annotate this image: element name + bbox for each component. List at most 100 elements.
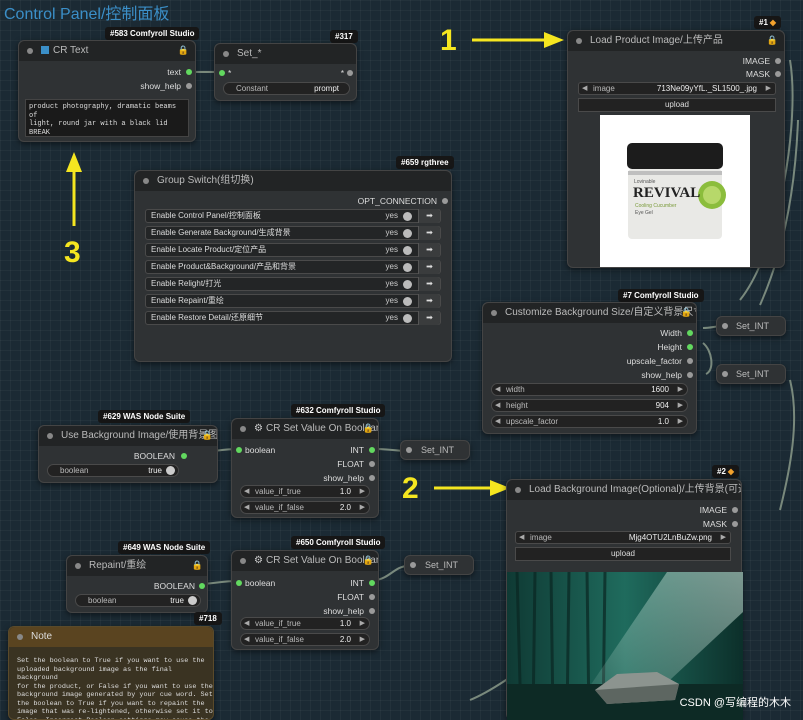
output-star-socket[interactable] [347,70,353,76]
value-if-false-widget[interactable]: ◀ value_if_false 2.0 ▶ [240,501,370,514]
group-switch-title-bar[interactable]: Group Switch(组切换) [135,171,451,191]
set-value-2-title-bar[interactable]: ⚙ CR Set Value On Boolean [232,551,378,571]
load-product-node[interactable]: Load Product Image/上传产品 🔒 IMAGE MASK ◀ i… [567,30,785,268]
set-value-2-node[interactable]: ⚙ CR Set Value On Boolean 🔒 boolean INT F… [231,550,379,650]
output-int-socket[interactable] [369,580,375,586]
input-socket[interactable] [722,323,728,329]
output-show-help-socket[interactable] [186,83,192,89]
goto-arrow-icon[interactable]: ➡ [418,243,440,257]
output-show-help-socket[interactable] [369,608,375,614]
collapse-dot-icon[interactable] [240,558,246,564]
constant-widget[interactable]: Constant prompt [223,82,350,95]
arrow-right-icon[interactable]: ▶ [721,532,726,543]
toggle-row-locate-product[interactable]: Enable Locate Product/定位产品 yes ➡ [145,243,441,257]
output-width-socket[interactable] [687,330,693,336]
cr-text-textarea[interactable]: product photography, dramatic beams of l… [25,99,189,137]
set-value-1-node[interactable]: ⚙ CR Set Value On Boolean 🔒 boolean INT F… [231,418,379,518]
collapse-dot-icon[interactable] [576,38,582,44]
output-show-help-socket[interactable] [369,475,375,481]
output-height-socket[interactable] [687,344,693,350]
load-bg-node[interactable]: Load Background Image(Optional)/上传背景(可选)… [506,479,743,720]
collapse-dot-icon[interactable] [27,48,33,54]
input-socket[interactable] [406,447,412,453]
set-int-node-height[interactable]: Set_INT [716,364,786,384]
output-show-help-socket[interactable] [687,372,693,378]
arrow-right-icon[interactable]: ▶ [360,634,365,645]
arrow-right-icon[interactable]: ▶ [678,416,683,427]
arrow-left-icon[interactable]: ◀ [244,618,249,629]
arrow-left-icon[interactable]: ◀ [582,83,587,94]
set-value-1-title-bar[interactable]: ⚙ CR Set Value On Boolean [232,419,378,439]
output-image-socket[interactable] [775,58,781,64]
output-mask-socket[interactable] [732,521,738,527]
collapse-dot-icon[interactable] [17,634,23,640]
toggle-row-product-background[interactable]: Enable Product&Background/产品和背景 yes ➡ [145,260,441,274]
width-widget[interactable]: ◀ width 1600 ▶ [491,383,688,396]
output-text-socket[interactable] [186,69,192,75]
cr-text-title-bar[interactable]: CR Text [19,41,195,61]
output-float-socket[interactable] [369,594,375,600]
output-float-socket[interactable] [369,461,375,467]
toggle-knob-icon[interactable] [188,596,197,605]
output-int-socket[interactable] [369,447,375,453]
value-if-true-widget[interactable]: ◀ value_if_true 1.0 ▶ [240,485,370,498]
collapse-dot-icon[interactable] [223,51,229,57]
collapse-dot-icon[interactable] [240,426,246,432]
arrow-left-icon[interactable]: ◀ [244,486,249,497]
input-star-socket[interactable] [219,70,225,76]
use-bg-title-bar[interactable]: Use Background Image/使用背景图 [39,426,217,446]
output-mask-socket[interactable] [775,71,781,77]
arrow-right-icon[interactable]: ▶ [766,83,771,94]
cr-text-node[interactable]: CR Text 🔒 text show_help product photogr… [18,40,196,142]
set-star-node[interactable]: Set_* * * Constant prompt [214,43,357,101]
upscale-factor-widget[interactable]: ◀ upscale_factor 1.0 ▶ [491,415,688,428]
toggle-row-repaint[interactable]: Enable Repaint/重绘 yes ➡ [145,294,441,308]
arrow-left-icon[interactable]: ◀ [495,416,500,427]
goto-arrow-icon[interactable]: ➡ [418,260,440,274]
boolean-toggle[interactable]: boolean true [75,594,201,607]
toggle-knob-icon[interactable] [403,314,412,323]
set-star-title-bar[interactable]: Set_* [215,44,356,64]
arrow-left-icon[interactable]: ◀ [244,502,249,513]
collapse-dot-icon[interactable] [515,487,521,493]
input-boolean-socket[interactable] [236,580,242,586]
value-if-true-widget[interactable]: ◀ value_if_true 1.0 ▶ [240,617,370,630]
upload-button[interactable]: upload [515,547,731,561]
collapse-dot-icon[interactable] [491,310,497,316]
toggle-row-restore-detail[interactable]: Enable Restore Detail/还原细节 yes ➡ [145,311,441,325]
note-text[interactable]: Set the boolean to True if you want to u… [17,657,213,719]
arrow-left-icon[interactable]: ◀ [495,384,500,395]
customize-bg-node[interactable]: Customize Background Size/自定义背景尺寸 🔒 Widt… [482,302,697,434]
toggle-knob-icon[interactable] [403,229,412,238]
collapse-dot-icon[interactable] [47,433,53,439]
set-int-node-2[interactable]: Set_INT [404,555,474,575]
repaint-title-bar[interactable]: Repaint/重绘 [67,556,207,576]
load-product-title-bar[interactable]: Load Product Image/上传产品 [568,31,784,51]
toggle-knob-icon[interactable] [403,297,412,306]
note-title-bar[interactable]: Note [9,627,213,647]
arrow-right-icon[interactable]: ▶ [678,384,683,395]
output-boolean-socket[interactable] [199,583,205,589]
collapse-dot-icon[interactable] [75,563,81,569]
toggle-row-control-panel[interactable]: Enable Control Panel/控制面板 yes ➡ [145,209,441,223]
load-bg-title-bar[interactable]: Load Background Image(Optional)/上传背景(可选) [507,480,741,500]
output-image-socket[interactable] [732,507,738,513]
customize-bg-title-bar[interactable]: Customize Background Size/自定义背景尺寸 [483,303,696,323]
collapse-dot-icon[interactable] [143,178,149,184]
group-switch-node[interactable]: Group Switch(组切换) OPT_CONNECTION Enable … [134,170,452,362]
boolean-toggle[interactable]: boolean true [47,464,179,477]
height-widget[interactable]: ◀ height 904 ▶ [491,399,688,412]
repaint-node[interactable]: Repaint/重绘 🔒 BOOLEAN boolean true [66,555,208,613]
set-int-node-width[interactable]: Set_INT [716,316,786,336]
toggle-knob-icon[interactable] [166,466,175,475]
output-boolean-socket[interactable] [181,453,187,459]
image-select-widget[interactable]: ◀ image 713Ne09yYfL._SL1500_.jpg ▶ [578,82,776,95]
arrow-left-icon[interactable]: ◀ [244,634,249,645]
arrow-right-icon[interactable]: ▶ [360,618,365,629]
input-boolean-socket[interactable] [236,447,242,453]
input-socket[interactable] [410,562,416,568]
note-node[interactable]: Note Set the boolean to True if you want… [8,626,214,720]
goto-arrow-icon[interactable]: ➡ [418,209,440,223]
output-opt-connection-socket[interactable] [442,198,448,204]
toggle-knob-icon[interactable] [403,280,412,289]
